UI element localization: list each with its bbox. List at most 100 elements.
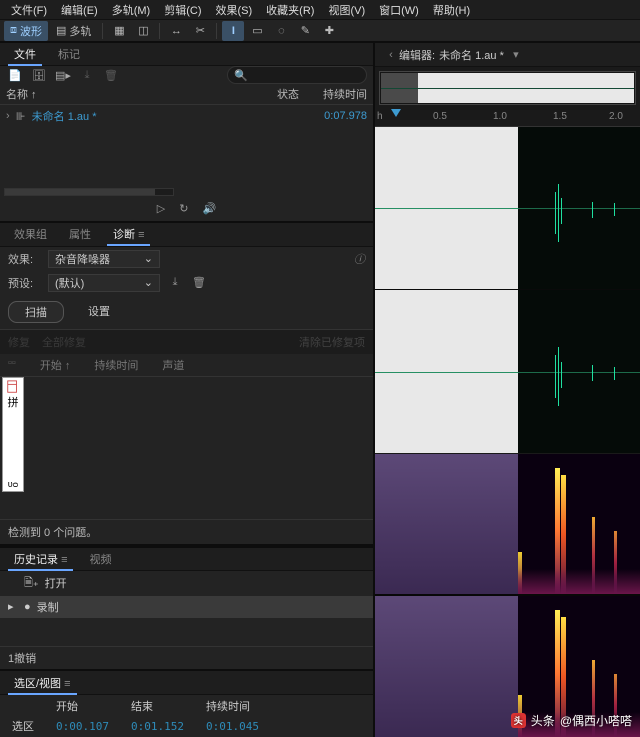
search-input[interactable]: 🔍 [227,66,367,84]
save-preset-button[interactable]: ⤓ [166,274,184,292]
navigator-overview[interactable] [379,71,636,105]
info-button[interactable]: ⓘ [354,251,365,267]
menu-view[interactable]: 视图(V) [321,0,372,20]
sv-start-value[interactable]: 0:00.107 [46,717,119,735]
watermark: 头 头条 @偶西小嗒嗒 [511,712,632,729]
editor-panel-label: 编辑器: [399,47,435,63]
export-button[interactable]: ⤓ [78,66,96,84]
spectral-display[interactable] [375,454,640,737]
selection-view-table: 开始 结束 持续时间 选区 0:00.107 0:01.152 0:01.045 [0,695,271,737]
mode-multitrack-label: 多轨 [69,23,91,39]
razor-tool-button[interactable]: ✂ [189,21,211,41]
menu-window[interactable]: 窗口(W) [372,0,426,20]
auto-play-button[interactable]: 🔊 [202,202,216,215]
col-channel[interactable]: 声道 [162,357,184,373]
scan-button[interactable]: 扫描 [8,301,64,323]
settings-button[interactable]: 设置 [72,301,126,323]
h-scrollbar[interactable] [4,188,174,196]
mode-waveform-button[interactable]: ⧈ 波形 [4,21,48,41]
menu-multi[interactable]: 多轨(M) [105,0,158,20]
separator [159,23,160,39]
pitch-icon: ◫ [138,24,148,37]
col-start[interactable]: 开始 ↑ [40,357,71,373]
tab-attributes[interactable]: 属性 [59,223,101,245]
menu-fav[interactable]: 收藏夹(R) [259,0,321,20]
marquee-tool-button[interactable]: ▭ [246,21,268,41]
menu-effects[interactable]: 效果(S) [209,0,260,20]
menu-help[interactable]: 帮助(H) [426,0,477,20]
tab-files[interactable]: 文件 [4,43,46,65]
ime-popup[interactable]: 拼 ᴜᴑ [2,377,24,492]
repair-all-button[interactable]: 全部修复 [42,334,86,350]
watermark-site: 头条 [531,712,555,729]
ruler-tick: 0.5 [433,111,447,122]
loop-button[interactable]: ↻ [179,202,188,215]
tab-video[interactable]: 视频 [79,548,121,570]
files-panel-tabs: 文件 标记 [0,43,373,66]
move-tool-button[interactable]: ↔ [165,21,187,41]
file-row[interactable]: › ⊪ 未命名 1.au * 0:07.978 [0,105,373,127]
play-preview-button[interactable]: ▷ [157,202,165,215]
toolbar: ⧈ 波形 ▤ 多轨 ▦ ◫ ↔ ✂ I ▭ ◌ ✎ ✚ [0,19,640,43]
panel-menu-icon[interactable]: ≡ [138,229,144,241]
ruler-hms: h [377,111,383,122]
mode-multitrack-button[interactable]: ▤ 多轨 [50,21,97,41]
clear-repaired-button[interactable]: 清除已修复项 [299,334,365,350]
open-file-button[interactable]: 📄 [6,66,24,84]
history-item-open[interactable]: 🗎₊ 打开 [0,571,373,596]
ime-footer: ᴜᴑ [8,479,18,489]
menu-clip[interactable]: 剪辑(C) [157,0,208,20]
razor-icon: ✂ [196,24,205,37]
mode-waveform-label: 波形 [20,23,42,39]
tab-effect-group[interactable]: 效果组 [4,223,57,245]
history-label: 打开 [45,575,67,591]
col-name[interactable]: 名称 ↑ [6,86,253,102]
spectral-view-button[interactable]: ▦ [108,21,130,41]
spectral-left-channel[interactable] [375,454,640,595]
open-icon: 🗎₊ [24,574,39,593]
tab-history[interactable]: 历史记录 ≡ [4,548,77,570]
panel-transport: ▷ ↻ 🔊 [0,198,373,223]
sv-dur-value[interactable]: 0:01.045 [196,717,269,735]
time-select-tool-button[interactable]: I [222,21,244,41]
file-list-body [0,127,373,198]
tab-markers[interactable]: 标记 [48,43,90,65]
preset-dropdown[interactable]: (默认) ⌄ [48,274,160,292]
menu-edit[interactable]: 编辑(E) [54,0,105,20]
time-ruler[interactable]: h 0.5 1.0 1.5 2.0 [375,109,640,127]
sv-row-label: 选区 [2,717,44,735]
repair-button[interactable]: 修复 [8,334,30,350]
col-status[interactable]: 状态 [253,86,303,102]
history-item-record[interactable]: ▸ ● 录制 [0,596,373,618]
editor-prev-button[interactable]: ‹ [383,49,399,61]
waveform-right-channel[interactable] [375,290,640,452]
playhead-icon[interactable] [391,109,401,119]
expand-icon[interactable]: › [6,110,10,122]
sv-end-value[interactable]: 0:01.152 [121,717,194,735]
pitch-view-button[interactable]: ◫ [132,21,154,41]
waveform-left-channel[interactable] [375,127,640,289]
left-column: 文件 标记 📄 🗄 ▤▸ ⤓ 🗑 🔍 名称 ↑ 状态 持续时间 › ⊪ 未命名 … [0,43,375,737]
delete-preset-button[interactable]: 🗑 [190,274,208,292]
tab-diagnostics[interactable]: 诊断 ≡ [103,223,154,245]
brush-tool-button[interactable]: ✎ [294,21,316,41]
import-button[interactable]: 🗄 [30,66,48,84]
menu-file[interactable]: 文件(F) [4,0,54,20]
editor-dropdown-button[interactable]: ▾ [508,48,524,61]
tab-selection-view[interactable]: 选区/视图 ≡ [4,672,81,694]
delete-button[interactable]: 🗑 [102,66,120,84]
waveform-display[interactable] [375,127,640,453]
col-duration[interactable]: 持续时间 [303,86,367,102]
heal-tool-button[interactable]: ✚ [318,21,340,41]
lasso-tool-button[interactable]: ◌ [270,21,292,41]
files-toolbar: 📄 🗄 ▤▸ ⤓ 🗑 🔍 [0,66,373,84]
effect-dropdown[interactable]: 杂音降噪器 ⌄ [48,250,160,268]
multitrack-insert-button[interactable]: ▤▸ [54,66,72,84]
ruler-tick: 1.5 [553,111,567,122]
move-icon: ↔ [171,25,182,37]
history-label: 录制 [37,599,59,615]
file-duration: 0:07.978 [303,110,367,122]
file-name: 未命名 1.au * [32,108,303,124]
editor-column: ‹ 编辑器: 未命名 1.au * ▾ h 0.5 1.0 1.5 2.0 [375,43,640,737]
col-duration[interactable]: 持续时间 [94,357,138,373]
